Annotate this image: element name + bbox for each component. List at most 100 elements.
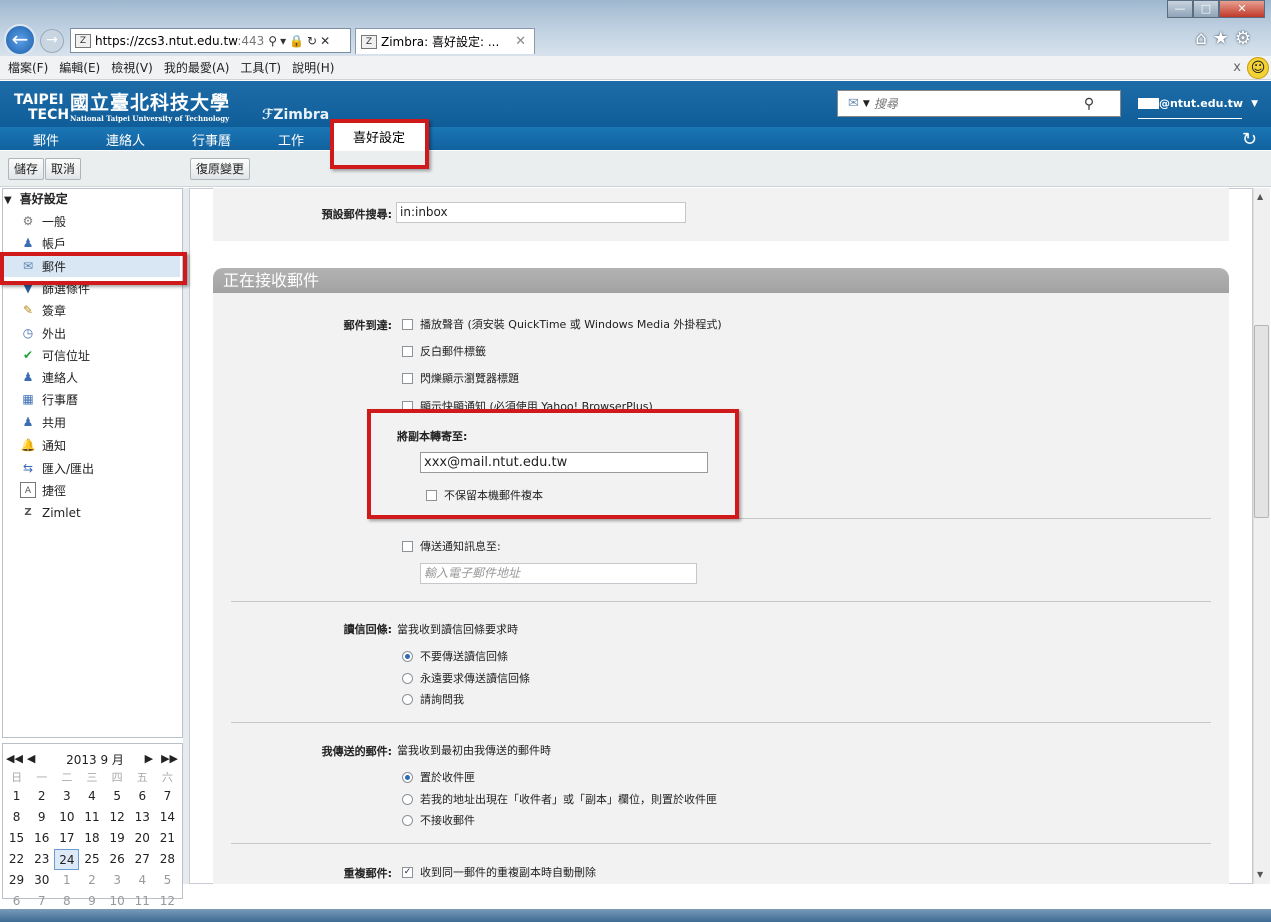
checkbox[interactable] (402, 372, 413, 384)
checkbox[interactable] (402, 318, 413, 330)
address-bar[interactable]: Z https://zcs3.ntut.edu.tw:443 ⚲▾🔒↻✕ (70, 28, 351, 53)
calendar-day[interactable]: 27 (130, 849, 155, 870)
scroll-down-icon[interactable]: ▼ (1257, 870, 1263, 879)
calendar-day[interactable]: 21 (155, 828, 180, 849)
calendar-day[interactable]: 13 (130, 807, 155, 828)
radio-button[interactable] (402, 771, 413, 783)
calendar-day[interactable]: 17 (54, 828, 79, 849)
duplicate-auto-delete-option[interactable]: ✓ 收到同一郵件的重複副本時自動刪除 (402, 864, 596, 880)
arrival-option-flash-title[interactable]: 閃爍顯示瀏覽器標題 (402, 370, 519, 386)
calendar-day-other-month[interactable]: 2 (79, 870, 104, 891)
close-window-button[interactable]: ✕ (1219, 0, 1265, 18)
read-receipt-option-always[interactable]: 永遠要求傳送讀信回條 (402, 670, 530, 686)
minimize-button[interactable]: — (1167, 0, 1193, 18)
calendar-today[interactable]: 24 (54, 849, 80, 870)
sidebar-item-general[interactable]: ⚙ 一般 (20, 211, 66, 231)
tab-mail[interactable]: 郵件 (33, 130, 59, 149)
sidebar-item-trusted-addresses[interactable]: ✔ 可信位址 (20, 345, 90, 365)
calendar-day[interactable]: 26 (105, 849, 130, 870)
menu-view[interactable]: 檢視(V) (111, 59, 153, 76)
calendar-day[interactable]: 6 (130, 786, 155, 807)
menu-file[interactable]: 檔案(F) (8, 59, 48, 76)
tab-tasks[interactable]: 工作 (278, 130, 304, 149)
tab-close-icon[interactable]: ✕ (515, 34, 526, 49)
calendar-day[interactable]: 15 (4, 828, 29, 849)
radio-button[interactable] (402, 672, 413, 684)
calendar-day[interactable]: 22 (4, 849, 29, 870)
calendar-day[interactable]: 2 (29, 786, 54, 807)
radio-button[interactable] (402, 814, 413, 826)
calendar-day-other-month[interactable]: 4 (130, 870, 155, 891)
sidebar-item-import-export[interactable]: ⇆ 匯入/匯出 (20, 458, 94, 478)
calendar-day[interactable]: 10 (54, 807, 79, 828)
calendar-day[interactable]: 9 (29, 807, 54, 828)
browser-tab[interactable]: Z Zimbra: 喜好設定: ... ✕ (355, 28, 535, 54)
prev-year-icon[interactable]: ◀◀ (6, 752, 23, 765)
sidebar-item-sharing[interactable]: ♟ 共用 (20, 412, 66, 432)
calendar-day[interactable]: 5 (105, 786, 130, 807)
search-input[interactable] (873, 96, 1084, 111)
checkbox[interactable] (402, 540, 413, 552)
calendar-day[interactable]: 25 (79, 849, 104, 870)
vertical-scrollbar[interactable] (1253, 188, 1270, 884)
calendar-day-other-month[interactable]: 5 (155, 870, 180, 891)
calendar-day[interactable]: 4 (79, 786, 104, 807)
read-receipt-option-never[interactable]: 不要傳送讀信回條 (402, 648, 508, 664)
calendar-day-other-month[interactable]: 1 (54, 870, 79, 891)
revert-changes-button[interactable]: 復原變更 (190, 158, 251, 180)
maximize-button[interactable]: □ (1193, 0, 1219, 18)
sidebar-header[interactable]: ▼ 喜好設定 (4, 190, 68, 207)
calendar-day[interactable]: 23 (29, 849, 54, 870)
calendar-day-other-month[interactable]: 3 (105, 870, 130, 891)
calendar-day[interactable]: 28 (155, 849, 180, 870)
mail-search-type-icon[interactable]: ✉ (848, 96, 859, 111)
address-bar-icons[interactable]: ⚲▾🔒↻✕ (268, 34, 333, 48)
notify-option[interactable]: 傳送通知訊息至: (402, 538, 501, 554)
sidebar-item-signatures[interactable]: ✎ 簽章 (20, 300, 66, 320)
calendar-day[interactable]: 11 (79, 807, 104, 828)
menu-help[interactable]: 說明(H) (292, 59, 334, 76)
tab-calendar[interactable]: 行事曆 (192, 130, 231, 149)
prev-month-icon[interactable]: ◀ (27, 752, 35, 765)
collapse-triangle-icon[interactable]: ▼ (4, 195, 12, 206)
calendar-day[interactable]: 18 (79, 828, 104, 849)
radio-button[interactable] (402, 793, 413, 805)
sent-option-conditional[interactable]: 若我的地址出現在「收件者」或「副本」欄位，則置於收件匣 (402, 791, 717, 807)
user-dropdown-icon[interactable]: ▼ (1251, 99, 1258, 109)
settings-gear-icon[interactable]: ⚙ (1235, 28, 1257, 49)
sidebar-item-calendar[interactable]: ▦ 行事曆 (20, 389, 78, 409)
calendar-day[interactable]: 20 (130, 828, 155, 849)
forward-button[interactable]: → (40, 29, 64, 53)
sidebar-item-zimlet[interactable]: Z Zimlet (20, 503, 80, 523)
menu-tools[interactable]: 工具(T) (240, 59, 281, 76)
search-icon[interactable]: ⚲ (1084, 96, 1094, 112)
refresh-icon[interactable]: ↻ (1242, 129, 1257, 150)
radio-button[interactable] (402, 693, 413, 705)
home-icon[interactable]: ⌂ (1195, 28, 1212, 49)
search-type-dropdown-icon[interactable]: ▼ (863, 99, 870, 109)
sidebar-item-notifications[interactable]: 🔔 通知 (20, 435, 67, 455)
calendar-day[interactable]: 1 (4, 786, 29, 807)
arrival-option-play-sound[interactable]: 播放聲音 (須安裝 QuickTime 或 Windows Media 外掛程式… (402, 316, 722, 332)
calendar-day[interactable]: 3 (54, 786, 79, 807)
back-button[interactable]: ← (4, 24, 36, 56)
calendar-day[interactable]: 8 (4, 807, 29, 828)
sidebar-item-out-of-office[interactable]: ◷ 外出 (20, 323, 66, 343)
calendar-day[interactable]: 19 (105, 828, 130, 849)
next-month-icon[interactable]: ▶ (145, 752, 153, 765)
next-year-icon[interactable]: ▶▶ (161, 752, 178, 765)
calendar-day[interactable]: 30 (29, 870, 54, 891)
cancel-button[interactable]: 取消 (45, 158, 82, 180)
menu-favorites[interactable]: 我的最愛(A) (164, 59, 230, 76)
read-receipt-option-ask[interactable]: 請詢問我 (402, 691, 464, 707)
sidebar-item-contacts[interactable]: ♟ 連絡人 (20, 367, 78, 387)
scrollbar-thumb[interactable] (1254, 325, 1269, 518)
smiley-icon[interactable]: ☺ (1247, 57, 1269, 79)
sidebar-item-shortcuts[interactable]: A 捷徑 (20, 480, 66, 500)
tab-contacts[interactable]: 連絡人 (106, 130, 145, 149)
calendar-day[interactable]: 12 (105, 807, 130, 828)
notify-email-input[interactable]: 輸入電子郵件地址 (420, 563, 697, 584)
radio-button[interactable] (402, 650, 413, 662)
calendar-day[interactable]: 7 (155, 786, 180, 807)
calendar-day[interactable]: 14 (155, 807, 180, 828)
